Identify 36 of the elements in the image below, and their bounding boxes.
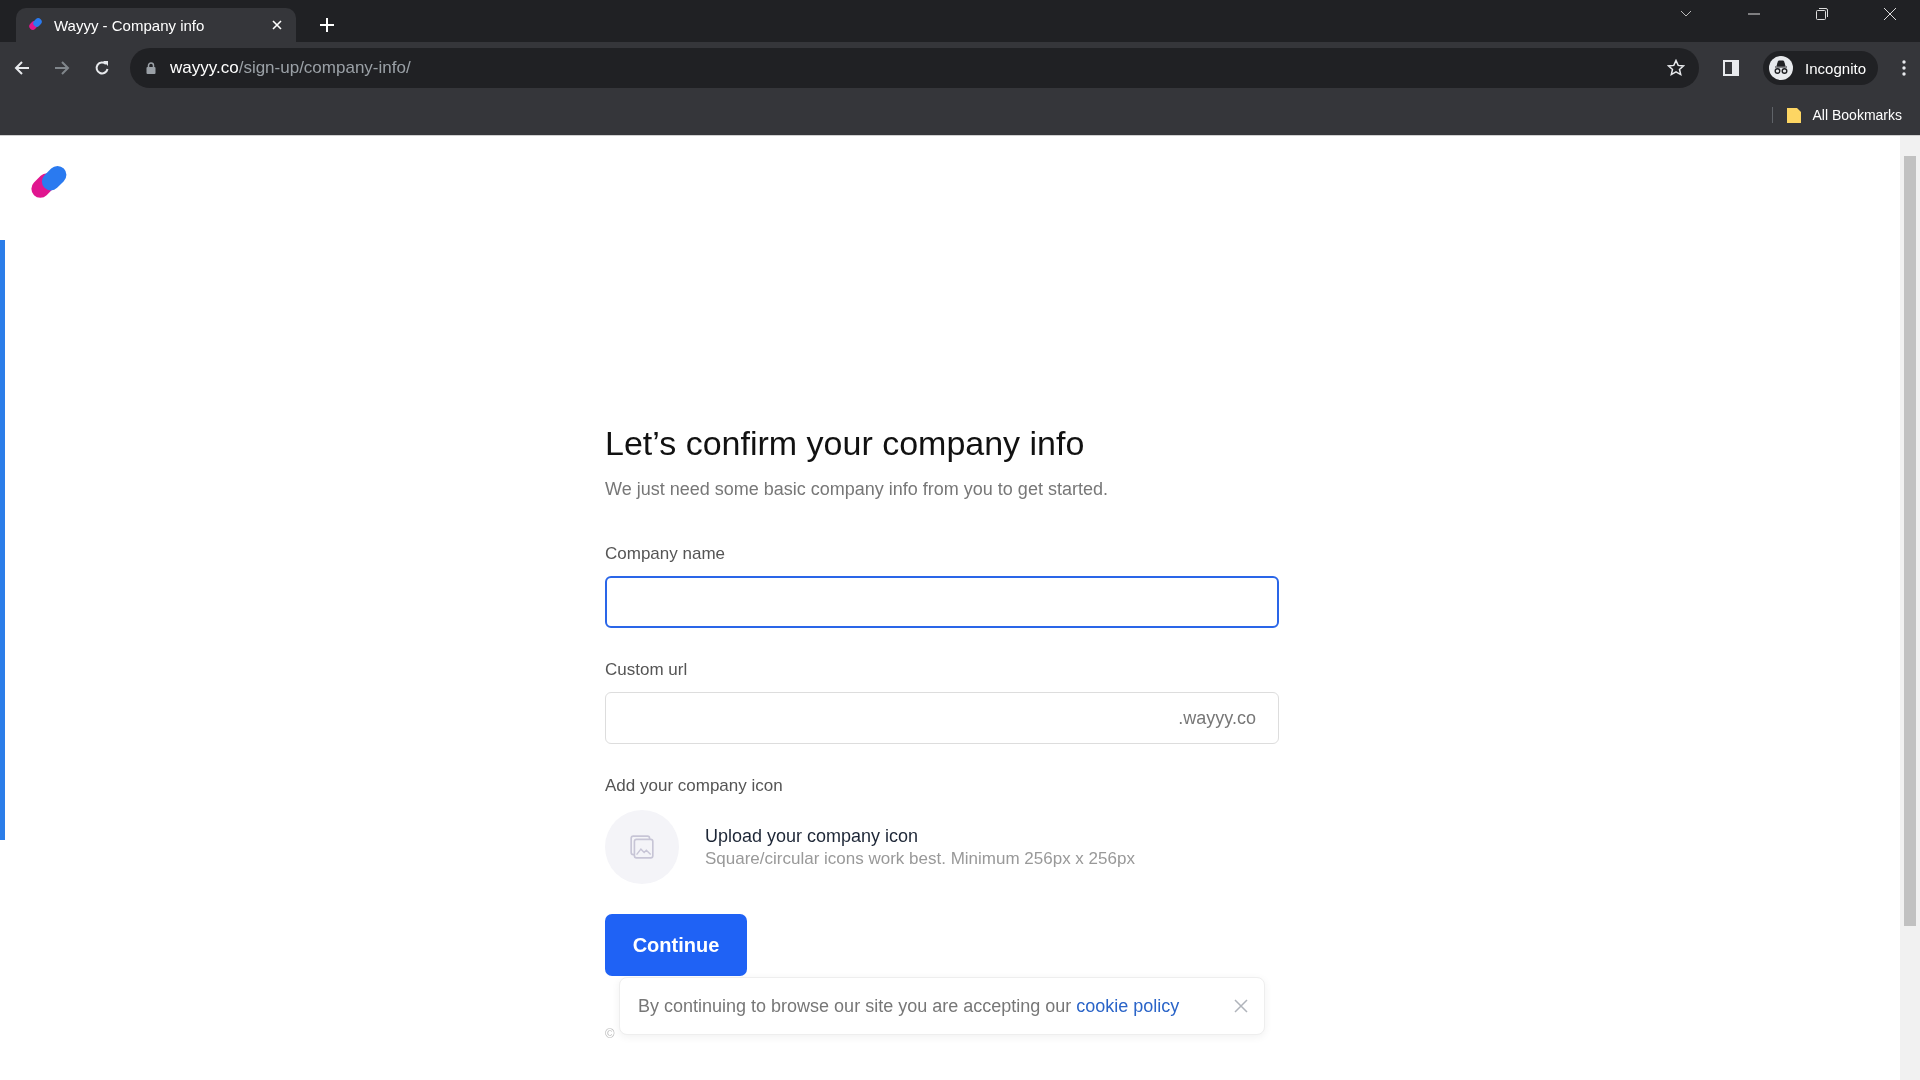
scrollbar[interactable] (1900, 136, 1920, 1080)
page-heading: Let’s confirm your company info (605, 424, 1086, 463)
plus-icon[interactable] (320, 18, 334, 32)
side-panel-icon[interactable] (1723, 60, 1740, 76)
tab-title: Wayyy - Company info (54, 16, 206, 34)
bookmark-folder[interactable]: All Bookmarks (1771, 106, 1902, 123)
chevron-down-icon[interactable] (1680, 10, 1692, 18)
lock-icon (146, 62, 156, 74)
profile-button[interactable]: Incognito (1763, 51, 1878, 85)
url-suffix: .wayyy.co (1178, 707, 1256, 729)
field-label: Company name (605, 544, 726, 564)
upload-hint: Square/circular icons work best. Minimum 256px x 256px (705, 848, 1135, 869)
section-label: Add your company icon (605, 776, 784, 796)
incognito-icon (1769, 56, 1794, 80)
folder-icon (1786, 106, 1801, 123)
reload-icon[interactable] (94, 60, 110, 76)
close-icon[interactable] (1884, 8, 1896, 20)
forward-arrow-icon[interactable] (54, 60, 70, 76)
back-arrow-icon[interactable] (14, 60, 30, 76)
app-logo-icon (28, 17, 44, 33)
continue-button[interactable]: Continue (605, 914, 747, 976)
cookie-text: By continuing to browse our site you are accepting our cookie policy (638, 995, 1180, 1017)
more-menu-icon[interactable] (1902, 60, 1906, 76)
image-icon (629, 834, 655, 860)
star-icon[interactable] (1667, 59, 1686, 77)
input-field[interactable] (605, 576, 1279, 628)
restore-icon[interactable] (1816, 8, 1828, 20)
address-bar[interactable]: wayyy.co/sign-up/company-info/ (130, 48, 1700, 88)
browser-tab[interactable]: Wayyy - Company info (16, 8, 296, 42)
field-label: Custom url (605, 660, 689, 680)
url-text: wayyy.co/sign-up/company-info/ (170, 58, 411, 78)
copyright-text: © (605, 1026, 615, 1041)
upload-title: Upload your company icon (705, 825, 920, 847)
cookie-policy-link[interactable]: cookie policy (1076, 995, 1180, 1016)
page-subtitle: We just need some basic company info from you to get started. (605, 479, 1109, 500)
input-field[interactable]: .wayyy.co (605, 692, 1279, 744)
